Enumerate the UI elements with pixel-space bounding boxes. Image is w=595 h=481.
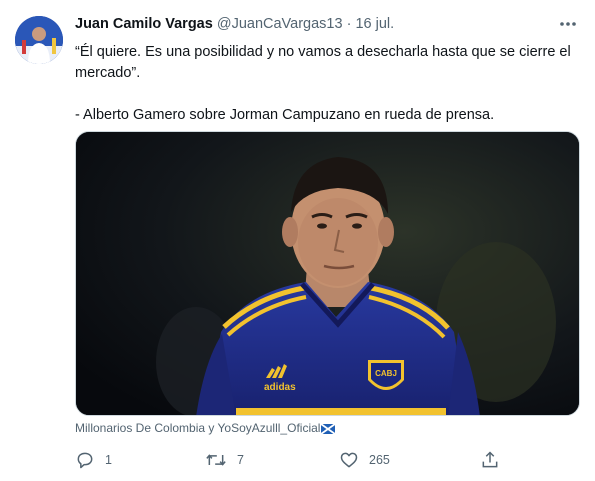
media-caption-text[interactable]: Millonarios De Colombia y YoSoyAzulll_Of… — [75, 421, 320, 435]
heart-icon — [340, 452, 358, 468]
author-handle[interactable]: @JuanCaVargas13 — [217, 16, 343, 32]
reply-count: 1 — [105, 453, 112, 467]
tweet-quote: “Él quiere. Es una posibilidad y no vamo… — [75, 44, 571, 81]
tweet-actions: 1 7 265 — [75, 448, 575, 472]
tweet-date[interactable]: 16 jul. — [355, 16, 394, 32]
retweet-button[interactable]: 7 — [205, 448, 244, 472]
sponsor-text: adidas — [264, 382, 296, 393]
tweet-photo[interactable]: adidas CABJ — [75, 131, 580, 416]
tweet[interactable]: Juan Camilo Vargas @JuanCaVargas13 · 16 … — [0, 0, 595, 481]
tweet-text: “Él quiere. Es una posibilidad y no vamo… — [75, 42, 575, 126]
retweet-icon — [206, 454, 226, 466]
reply-button[interactable]: 1 — [75, 448, 112, 472]
retweet-count: 7 — [237, 453, 244, 467]
scotland-flag-icon — [320, 423, 336, 437]
reply-icon — [77, 452, 93, 469]
more-options-button[interactable] — [557, 13, 579, 35]
media-caption[interactable]: Millonarios De Colombia y YoSoyAzulll_Of… — [75, 421, 336, 437]
share-button[interactable] — [480, 448, 500, 472]
more-horizontal-icon — [560, 22, 576, 26]
share-icon — [482, 451, 498, 468]
avatar[interactable] — [15, 16, 63, 64]
like-count: 265 — [369, 453, 390, 467]
separator-dot: · — [346, 16, 352, 32]
tweet-header: Juan Camilo Vargas @JuanCaVargas13 · 16 … — [75, 16, 394, 36]
badge-text: CABJ — [375, 369, 397, 378]
like-button[interactable]: 265 — [339, 448, 390, 472]
tweet-attribution: - Alberto Gamero sobre Jorman Campuzano … — [75, 107, 495, 123]
author-name[interactable]: Juan Camilo Vargas — [75, 16, 213, 32]
